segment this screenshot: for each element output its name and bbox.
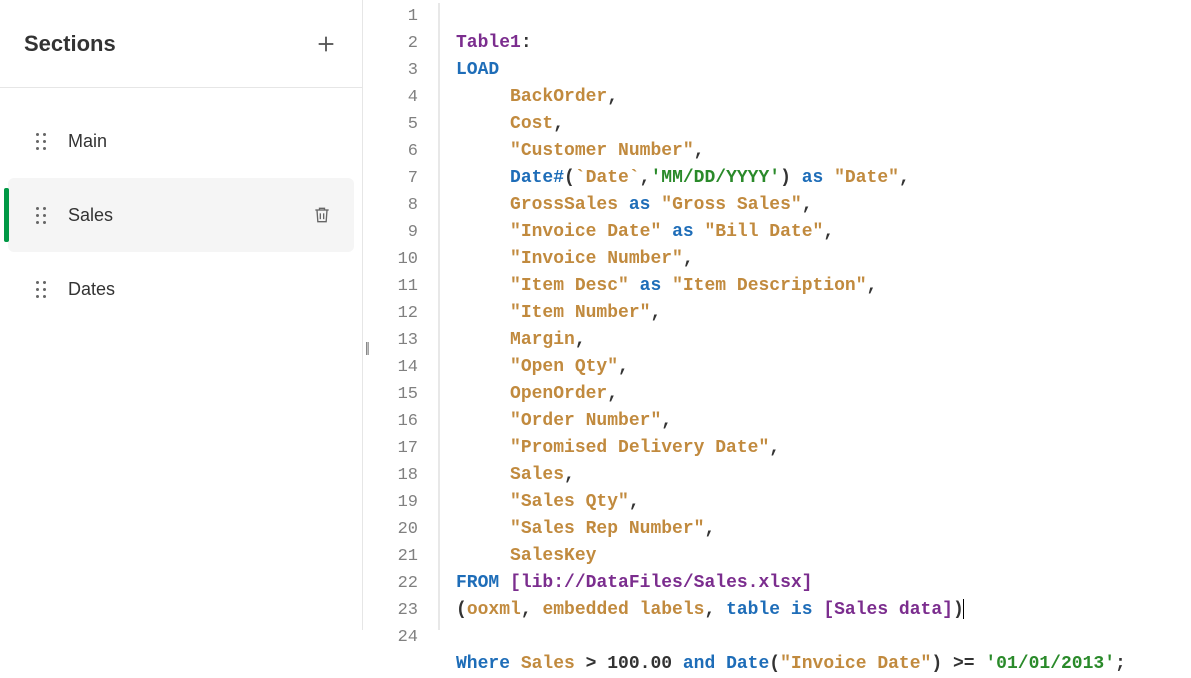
sections-sidebar: Sections Main Sales xyxy=(0,0,363,630)
sidebar-list: Main Sales Dates xyxy=(0,88,362,342)
token-table: Table1 xyxy=(456,33,521,53)
delete-section-button[interactable] xyxy=(306,199,338,231)
token-keyword: LOAD xyxy=(456,60,499,80)
sidebar-item-sales[interactable]: Sales xyxy=(8,178,354,252)
code-editor[interactable]: 1 2 3 4 5 6 7 8 9 10 11 12 13 14 15 16 1… xyxy=(363,0,1191,630)
sidebar-header: Sections xyxy=(0,0,362,88)
code-content[interactable]: Table1: LOAD BackOrder, Cost, "Customer … xyxy=(456,3,1126,630)
sidebar-item-label: Dates xyxy=(68,279,338,300)
sidebar-item-label: Sales xyxy=(68,205,284,226)
sidebar-item-label: Main xyxy=(68,131,338,152)
resize-handle-icon[interactable]: || xyxy=(365,339,368,355)
sidebar-item-dates[interactable]: Dates xyxy=(8,252,354,326)
drag-handle-icon[interactable] xyxy=(36,133,46,150)
sidebar-item-main[interactable]: Main xyxy=(8,104,354,178)
add-section-button[interactable] xyxy=(308,26,344,62)
drag-handle-icon[interactable] xyxy=(36,281,46,298)
line-number-gutter: 1 2 3 4 5 6 7 8 9 10 11 12 13 14 15 16 1… xyxy=(363,3,438,630)
drag-handle-icon[interactable] xyxy=(36,207,46,224)
text-cursor xyxy=(963,599,964,619)
sidebar-title: Sections xyxy=(24,31,116,57)
selected-indicator xyxy=(4,188,9,242)
gutter-border xyxy=(438,3,440,630)
